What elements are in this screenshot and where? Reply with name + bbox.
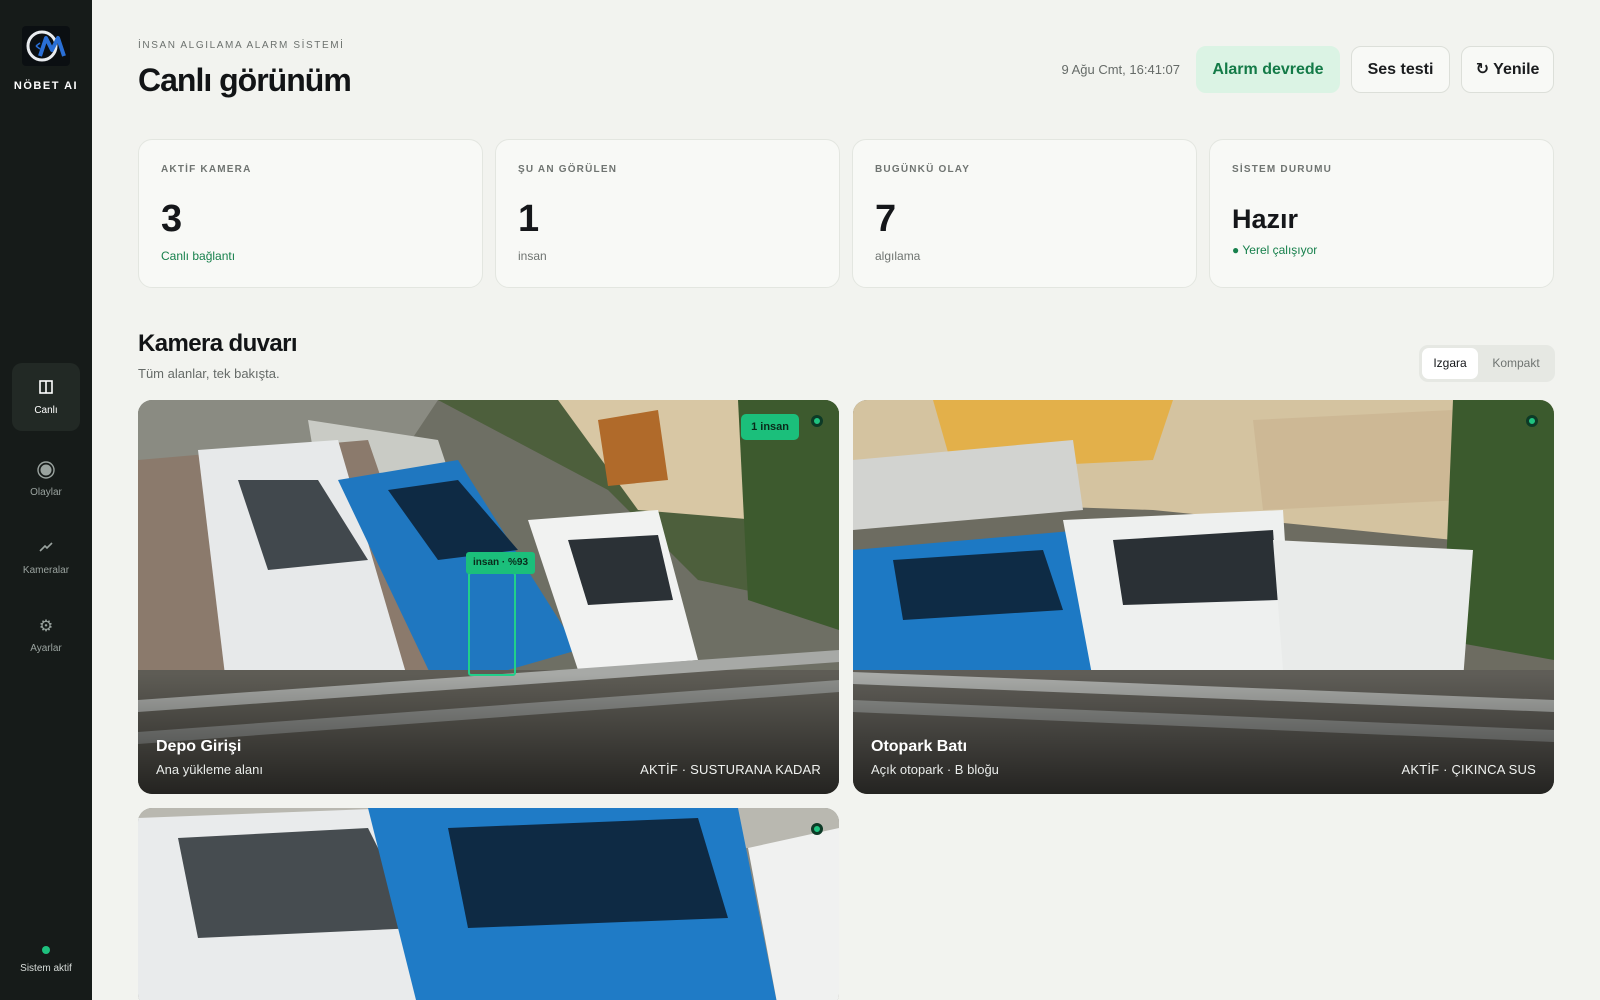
camera-name: Otopark Batı xyxy=(871,738,968,755)
detection-box xyxy=(468,572,516,676)
view-toggle: Izgara Kompakt xyxy=(1419,345,1555,382)
stat-label: ŞU AN GÖRÜLEN xyxy=(518,164,618,175)
stat-subtext: algılama xyxy=(875,249,921,263)
stat-card-active-cameras: AKTİF KAMERA 3 Canlı bağlantı xyxy=(138,139,483,288)
stat-label: AKTİF KAMERA xyxy=(161,164,252,175)
stat-subtext: insan xyxy=(518,249,547,263)
stat-subtext: Canlı bağlantı xyxy=(161,249,236,263)
nav-item-label: Kameralar xyxy=(22,565,70,576)
gear-icon: ⚙ xyxy=(38,618,54,635)
nav-item-label: Canlı xyxy=(34,405,58,416)
live-indicator xyxy=(811,415,823,427)
camera-alarm-mode: AKTİF · SUSTURANA KADAR xyxy=(640,762,821,777)
nav-item-label: Ayarlar xyxy=(30,643,62,654)
stat-card-people-now: ŞU AN GÖRÜLEN 1 insan xyxy=(495,139,840,288)
stat-label: BUGÜNKÜ OLAY xyxy=(875,164,971,175)
stat-card-events-today: BUGÜNKÜ OLAY 7 algılama xyxy=(852,139,1197,288)
refresh-button[interactable]: ↻ Yenile xyxy=(1461,46,1554,93)
status-dot xyxy=(42,946,50,954)
camera-wall-subtitle: Tüm alanlar, tek bakışta. xyxy=(138,366,280,381)
stat-value: 1 xyxy=(518,198,540,240)
stat-value: Hazır xyxy=(1232,204,1299,234)
person-count-badge: 1 insan xyxy=(741,414,799,440)
camera-icon xyxy=(12,539,80,559)
camera-tile-otopark-bati[interactable]: Otopark Batı Açık otopark · B bloğu AKTİ… xyxy=(853,400,1554,794)
stat-value: 7 xyxy=(875,198,897,240)
alarm-armed-button[interactable]: Alarm devrede xyxy=(1196,46,1340,93)
detection-label: insan · %93 xyxy=(466,552,536,574)
nav-item-label: Olaylar xyxy=(30,487,62,498)
columns-icon xyxy=(12,379,80,399)
view-option-compact[interactable]: Kompakt xyxy=(1481,348,1551,379)
nav-item-kameralar[interactable]: Kameralar xyxy=(12,523,80,591)
stat-card-system-status: SİSTEM DURUMU Hazır ● Yerel çalışıyor xyxy=(1209,139,1554,288)
page-eyebrow: İNSAN ALGILAMA ALARM SİSTEMİ xyxy=(138,40,345,51)
sidebar: NÖBET AI Canlı Olaylar Kameralar ⚙ Ayarl… xyxy=(0,0,92,1000)
nav-item-ayarlar[interactable]: ⚙ Ayarlar xyxy=(12,601,80,669)
nav-item-olaylar[interactable]: Olaylar xyxy=(12,445,80,513)
brand-logo xyxy=(22,26,70,66)
live-indicator xyxy=(1526,415,1538,427)
stat-value: 3 xyxy=(161,198,183,240)
record-icon xyxy=(12,461,80,481)
view-option-grid[interactable]: Izgara xyxy=(1422,348,1478,379)
camera-tile-depo-girisi[interactable]: insan · %93 1 insan Depo Girişi Ana yükl… xyxy=(138,400,839,794)
stat-subtext: ● Yerel çalışıyor xyxy=(1232,243,1318,257)
system-status-label: Sistem aktif xyxy=(20,963,72,974)
camera-tile-3[interactable] xyxy=(138,808,839,1000)
stat-label: SİSTEM DURUMU xyxy=(1232,164,1333,175)
sound-test-button[interactable]: Ses testi xyxy=(1351,46,1450,93)
camera-feed xyxy=(138,808,839,1000)
camera-name: Depo Girişi xyxy=(156,738,242,755)
camera-alarm-mode: AKTİF · ÇIKINCA SUS xyxy=(1401,762,1536,777)
brand-name: NÖBET AI xyxy=(13,80,79,92)
camera-wall-title: Kamera duvarı xyxy=(138,330,298,357)
camera-location: Açık otopark · B bloğu xyxy=(871,762,999,777)
page-title: Canlı görünüm xyxy=(138,62,352,98)
camera-location: Ana yükleme alanı xyxy=(156,762,263,777)
clock-timestamp: 9 Ağu Cmt, 16:41:07 xyxy=(1061,62,1180,77)
live-indicator xyxy=(811,823,823,835)
nav-item-canli[interactable]: Canlı xyxy=(12,363,80,431)
